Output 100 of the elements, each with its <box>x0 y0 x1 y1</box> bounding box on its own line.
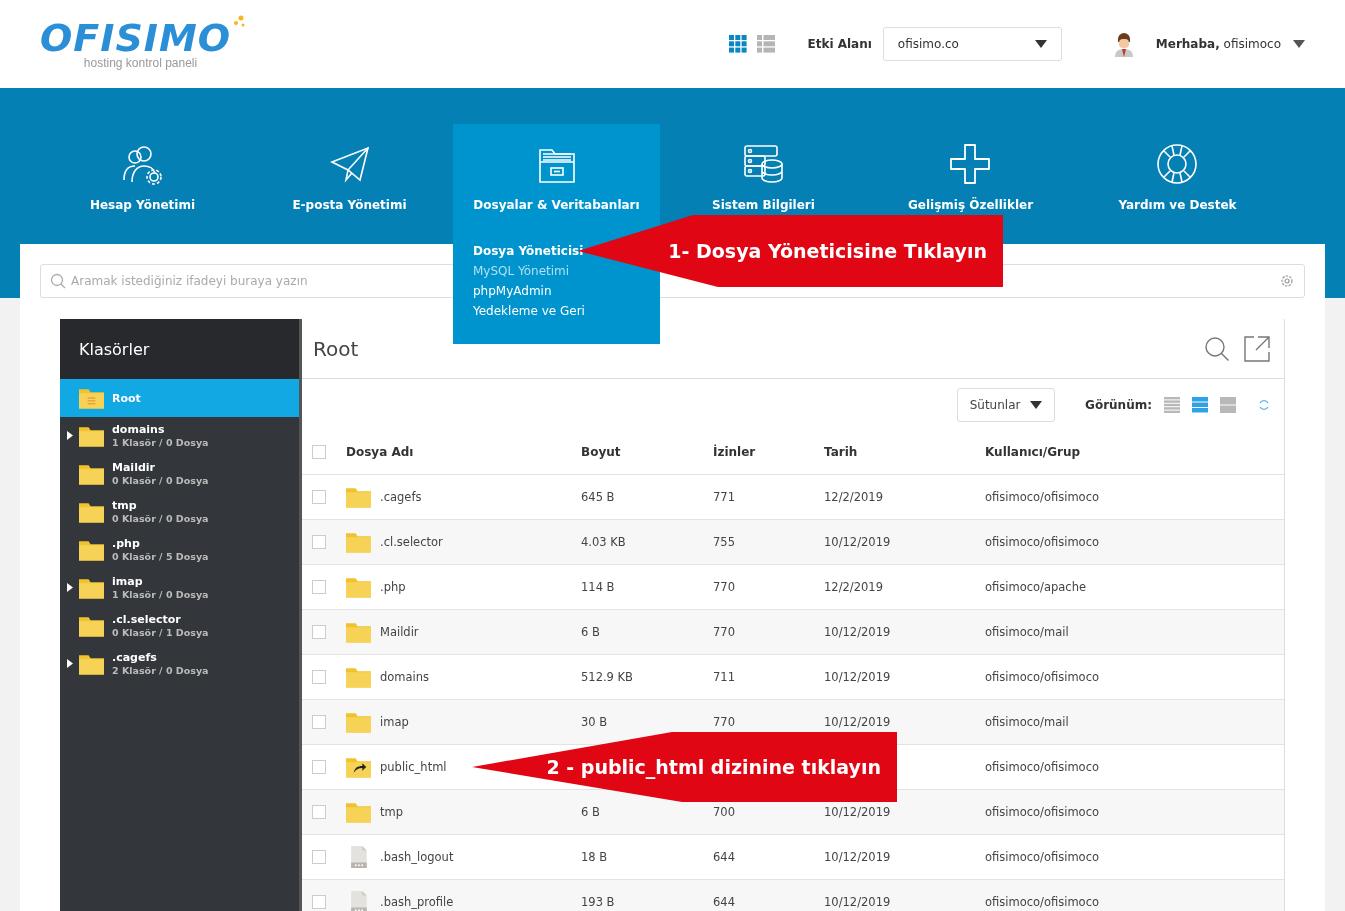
table-cell: 10/12/2019 <box>824 895 891 909</box>
columns-button[interactable]: Sütunlar <box>957 387 1056 422</box>
folder-icon <box>79 539 104 561</box>
table-cell: ofisimoco/mail <box>985 715 1069 729</box>
table-cell: 711 <box>713 670 735 684</box>
expand-icon[interactable] <box>67 583 73 592</box>
table-cell: 10/12/2019 <box>824 715 891 729</box>
folder-item[interactable]: .cl.selector 0 Klasör / 1 Dosya <box>60 607 299 645</box>
table-cell: 700 <box>713 805 735 819</box>
table-cell: 4.03 KB <box>581 535 626 549</box>
plus-icon <box>948 142 993 186</box>
row-checkbox[interactable] <box>312 895 326 909</box>
table-cell: ofisimoco/ofisimoco <box>985 535 1099 549</box>
table-cell: ofisimoco/ofisimoco <box>985 670 1099 684</box>
folder-icon <box>79 425 104 447</box>
caret-icon[interactable] <box>1034 40 1047 48</box>
folder-icon <box>346 801 371 823</box>
logo: OFISIMO <box>40 18 232 57</box>
file-name[interactable]: tmp <box>380 805 403 819</box>
table-cell: ofisimoco/mail <box>985 625 1069 639</box>
domain-select[interactable]: ofisimo.co <box>882 27 1062 61</box>
column-header[interactable]: Boyut <box>577 445 709 459</box>
folder-icon <box>79 501 104 523</box>
table-cell: 770 <box>713 580 735 594</box>
file-name[interactable]: .bash_logout <box>380 850 454 864</box>
table-cell: 193 B <box>581 895 615 909</box>
user-greeting[interactable]: Merhaba, ofisimoco <box>1155 37 1281 51</box>
row-checkbox[interactable] <box>312 715 326 729</box>
search-icon[interactable] <box>50 273 66 289</box>
search-icon[interactable] <box>1204 335 1230 362</box>
table-cell: 12/2/2019 <box>824 490 883 504</box>
folder-icon <box>346 576 371 598</box>
folder-item[interactable]: .php 0 Klasör / 5 Dosya <box>60 531 299 569</box>
nav-item[interactable]: E-posta Yönetimi <box>292 124 407 212</box>
table-cell: ofisimoco/apache <box>985 580 1087 594</box>
table-cell: 6 B <box>581 625 600 639</box>
file-name[interactable]: .bash_profile <box>380 895 454 909</box>
caret-icon[interactable] <box>1293 40 1305 48</box>
server-database-icon <box>741 142 786 186</box>
file-name[interactable]: imap <box>380 715 409 729</box>
file-name[interactable]: .cl.selector <box>380 535 443 549</box>
row-checkbox[interactable] <box>312 670 326 684</box>
folder-shortcut-icon <box>346 756 371 778</box>
table-cell: ofisimoco/ofisimoco <box>985 850 1099 864</box>
table-cell: 10/12/2019 <box>824 805 891 819</box>
folder-item[interactable]: tmp 0 Klasör / 0 Dosya <box>60 493 299 531</box>
table-cell: ofisimoco/ofisimoco <box>985 805 1099 819</box>
table-cell: 10/12/2019 <box>824 625 891 639</box>
table-cell: 770 <box>713 715 735 729</box>
column-header[interactable]: Dosya Adı <box>342 445 577 459</box>
expand-icon[interactable] <box>67 659 73 668</box>
nav-item[interactable]: Hesap Yönetimi <box>89 124 196 212</box>
folder-item[interactable]: imap 1 Klasör / 0 Dosya <box>60 569 299 607</box>
file-name[interactable]: .php <box>380 580 406 594</box>
lifebuoy-icon <box>1155 142 1200 186</box>
table-cell: 10/12/2019 <box>824 670 891 684</box>
row-checkbox[interactable] <box>312 535 326 549</box>
column-header[interactable]: Tarih <box>820 445 981 459</box>
row-checkbox[interactable] <box>312 490 326 504</box>
file-name[interactable]: .cagefs <box>380 490 422 504</box>
column-header[interactable]: İzinler <box>709 445 820 459</box>
nav-item[interactable]: Yardım ve Destek <box>1118 124 1237 212</box>
table-cell: 512.9 KB <box>581 670 633 684</box>
column-header[interactable]: Kullanıcı/Grup <box>981 445 1284 459</box>
dots-icon <box>232 14 247 29</box>
nav-item[interactable]: Gelişmiş Özellikler <box>907 124 1034 212</box>
row-checkbox[interactable] <box>312 625 326 639</box>
select-all-checkbox[interactable] <box>312 445 326 459</box>
row-checkbox[interactable] <box>312 850 326 864</box>
table-cell: 644 <box>713 895 735 909</box>
grid-view-icon[interactable] <box>729 35 748 53</box>
table-cell: 771 <box>713 490 735 504</box>
view-mode-icon[interactable] <box>1164 396 1180 413</box>
file-name[interactable]: domains <box>380 670 430 684</box>
table-cell: 114 B <box>581 580 615 594</box>
row-checkbox[interactable] <box>312 760 326 774</box>
expand-icon[interactable] <box>67 431 73 440</box>
table-cell: 30 B <box>581 715 608 729</box>
file-name[interactable]: Maildir <box>380 625 419 639</box>
folder-icon <box>346 486 371 508</box>
view-mode-icon[interactable] <box>1192 396 1208 413</box>
sidebar-title: Klasörler <box>79 339 150 359</box>
folder-icon <box>79 653 104 675</box>
folder-item[interactable]: .cagefs 2 Klasör / 0 Dosya <box>60 645 299 683</box>
folder-item[interactable]: domains 1 Klasör / 0 Dosya <box>60 417 299 455</box>
row-checkbox[interactable] <box>312 580 326 594</box>
table-cell: 755 <box>713 535 735 549</box>
folder-item[interactable]: Maildir 0 Klasör / 0 Dosya <box>60 455 299 493</box>
view-mode-icon[interactable] <box>1220 396 1236 413</box>
nav-item[interactable]: Sistem Bilgileri <box>712 124 815 212</box>
file-name[interactable]: public_html <box>380 760 447 774</box>
table-cell: 644 <box>713 850 735 864</box>
folder-icon <box>346 621 371 643</box>
refresh-icon[interactable] <box>1258 398 1270 411</box>
list-view-icon[interactable] <box>757 35 776 53</box>
row-checkbox[interactable] <box>312 805 326 819</box>
table-cell: ofisimoco/ofisimoco <box>985 895 1099 909</box>
folder-icon <box>79 577 104 599</box>
callout-text: 2 - public_html dizinine tıklayın <box>546 756 881 778</box>
settings-icon[interactable] <box>1279 273 1295 289</box>
